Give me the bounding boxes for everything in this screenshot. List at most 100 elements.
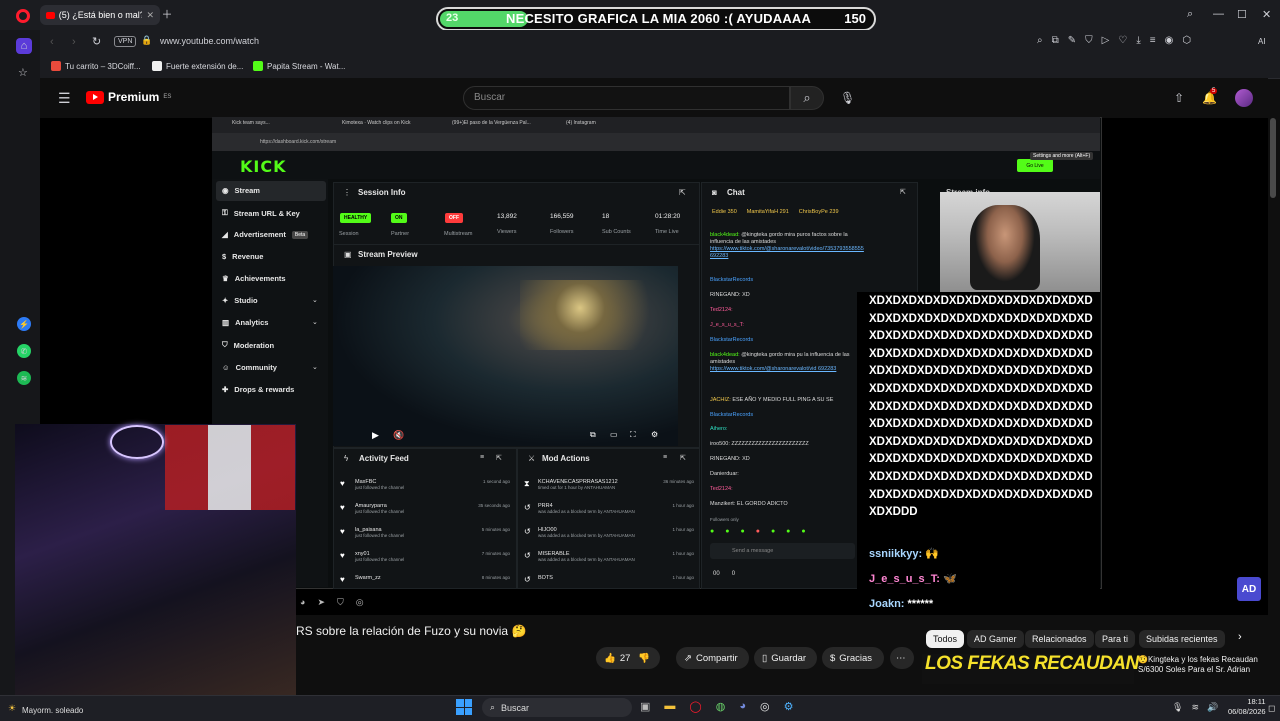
- save-button[interactable]: ▯ Guardar: [754, 647, 817, 669]
- back-icon[interactable]: ‹: [50, 36, 54, 48]
- extension-icon[interactable]: ⬡: [1182, 35, 1191, 46]
- thumbs-down-icon[interactable]: 👎: [638, 653, 650, 664]
- kick-sidebar-item-analytics[interactable]: ▥ Analytics: [222, 318, 268, 327]
- home-icon[interactable]: ⌂: [16, 38, 32, 54]
- top-gifter[interactable]: Eddie 350: [712, 209, 737, 215]
- kick-sidebar-item-revenue[interactable]: $ Revenue: [222, 252, 263, 261]
- chat-user[interactable]: Manzikert:: [710, 501, 735, 507]
- search-button[interactable]: ⌕: [790, 86, 824, 110]
- filter-icon[interactable]: ≡: [663, 454, 667, 461]
- emote-icon[interactable]: ●: [710, 528, 714, 535]
- kick-sidebar-item-moderation[interactable]: ⛉ Moderation: [222, 340, 274, 350]
- popout-icon[interactable]: ⇱: [679, 188, 686, 197]
- kick-sidebar-item-achievements[interactable]: ♛ Achievements: [222, 274, 286, 283]
- chat-user[interactable]: Danierduar:: [710, 471, 739, 477]
- share-button[interactable]: ⇗ Compartir: [676, 647, 749, 669]
- more-actions-button[interactable]: ⋯: [890, 647, 914, 669]
- opera-logo-icon[interactable]: [16, 9, 30, 23]
- heart-icon[interactable]: ♡: [1118, 35, 1127, 46]
- popout-icon[interactable]: ⇱: [900, 188, 906, 196]
- fullscreen-icon[interactable]: ⛶: [630, 430, 636, 440]
- edit-icon[interactable]: ✎: [1068, 35, 1076, 46]
- play-icon[interactable]: ▶: [372, 430, 379, 441]
- mod-target[interactable]: BOTS: [538, 575, 672, 581]
- emote-icon[interactable]: ●: [740, 528, 744, 535]
- opera-icon[interactable]: ◯: [689, 700, 701, 713]
- popout-icon[interactable]: ⇱: [496, 454, 502, 462]
- chat-count-a[interactable]: 00: [713, 571, 720, 577]
- kick-sidebar-item-community[interactable]: ☺ Community: [222, 363, 277, 372]
- play-icon[interactable]: ▷: [1102, 35, 1110, 46]
- chat-user[interactable]: JACHIZ:: [710, 397, 731, 403]
- vpn-badge[interactable]: VPN: [114, 36, 137, 47]
- snapshot-icon[interactable]: ⧉: [1052, 35, 1059, 46]
- weather-label[interactable]: Mayorm. soleado: [22, 706, 83, 715]
- volume-icon[interactable]: 🔊: [1207, 702, 1218, 713]
- bookmark-item-2[interactable]: Papita Stream - Wat...: [253, 61, 345, 71]
- channel-watermark[interactable]: AD: [1237, 577, 1261, 601]
- page-scrollbar[interactable]: [1270, 118, 1276, 198]
- minimize-icon[interactable]: —: [1213, 8, 1224, 20]
- chip-todos[interactable]: Todos: [926, 630, 965, 648]
- kick-sidebar-item-advertisement[interactable]: ◢ Advertisement Beta: [222, 230, 309, 239]
- chat-send-input[interactable]: Send a message: [710, 543, 855, 559]
- filter-icon[interactable]: ≡: [480, 454, 484, 461]
- kick-tab-1[interactable]: Kimotexa · Watch clips on Kick: [342, 120, 410, 126]
- taskbar-search[interactable]: ⌕ Buscar: [482, 698, 632, 717]
- search-icon[interactable]: ⌕: [1187, 8, 1193, 21]
- file-explorer-icon[interactable]: ▬: [664, 700, 675, 713]
- chat-user[interactable]: J_e_s_u_s_T:: [710, 322, 744, 328]
- chat-user[interactable]: BlackstarRecords: [710, 337, 753, 343]
- wifi-icon[interactable]: ≋: [1191, 702, 1199, 713]
- kick-tab-2[interactable]: (99+)El paso de la Vergüenza Pal...: [452, 120, 531, 126]
- chip-subidas-recientes[interactable]: Subidas recientes: [1139, 630, 1225, 648]
- theater-icon[interactable]: ▭: [610, 430, 618, 439]
- avatar[interactable]: [1235, 89, 1253, 107]
- emote-icon[interactable]: ●: [756, 528, 760, 535]
- obs-icon[interactable]: ◍: [716, 700, 726, 713]
- windows-start-icon[interactable]: [456, 699, 472, 715]
- chat-user[interactable]: BlackstarRecords: [710, 412, 753, 418]
- settings-gear-icon[interactable]: ⚙: [651, 430, 658, 439]
- chat-user[interactable]: RINEGAND:: [710, 292, 741, 298]
- new-tab-icon[interactable]: ＋: [161, 8, 173, 21]
- chat-user[interactable]: Ted2124:: [710, 486, 733, 492]
- spotify-icon[interactable]: ≋: [17, 371, 31, 385]
- chip-para-ti[interactable]: Para ti: [1095, 630, 1136, 648]
- kick-sidebar-item-stream-url[interactable]: ⚿ Stream URL & Key: [222, 208, 300, 218]
- feed-user[interactable]: Swarm_zz: [355, 575, 482, 581]
- bookmark-item-1[interactable]: Fuerte extensión de...: [152, 61, 243, 71]
- chip-ad-gamer[interactable]: AD Gamer: [967, 630, 1024, 648]
- taskbar-clock[interactable]: 18:11 06/08/2026: [1228, 697, 1266, 717]
- pip-icon[interactable]: ⧉: [590, 430, 596, 440]
- emote-icon[interactable]: ●: [771, 528, 775, 535]
- top-gifter[interactable]: MamitaYifaH 291: [747, 209, 789, 215]
- settings-app-icon[interactable]: ⚙: [784, 700, 794, 713]
- upload-icon[interactable]: ⇧: [1174, 91, 1184, 105]
- kick-logo[interactable]: KICK: [240, 157, 287, 176]
- discord-icon[interactable]: ◕: [739, 700, 746, 713]
- shield-icon[interactable]: ⛉: [1085, 35, 1093, 46]
- chat-user[interactable]: Aihero:: [710, 426, 727, 432]
- window-close-icon[interactable]: ✕: [1262, 8, 1271, 21]
- chevron-down-icon[interactable]: ⌄: [312, 363, 318, 371]
- youtube-logo[interactable]: Premium ES: [86, 90, 171, 104]
- chat-user[interactable]: BlackstarRecords: [710, 277, 753, 283]
- chevron-right-icon[interactable]: ›: [1238, 631, 1242, 643]
- chevron-down-icon[interactable]: ⌄: [312, 318, 318, 326]
- chat-count-b[interactable]: 0: [732, 571, 735, 577]
- top-gifter[interactable]: ChrisBoyPe 239: [799, 209, 839, 215]
- kick-sidebar-item-stream[interactable]: ◉ Stream: [222, 186, 260, 195]
- close-icon[interactable]: ✕: [146, 10, 154, 21]
- kick-sidebar-item-studio[interactable]: ✦ Studio: [222, 296, 258, 305]
- maximize-icon[interactable]: ☐: [1237, 8, 1247, 21]
- chat-user[interactable]: RINEGAND:: [710, 456, 741, 462]
- like-button[interactable]: 👍 27 👎: [596, 647, 660, 669]
- forward-icon[interactable]: ›: [72, 36, 76, 48]
- microphone-icon[interactable]: 🎙: [840, 91, 855, 105]
- zoom-icon[interactable]: ⌕: [1037, 35, 1043, 46]
- kick-url-field[interactable]: https://dashboard.kick.com/stream: [260, 139, 336, 145]
- microphone-icon[interactable]: 🎙: [1172, 702, 1183, 713]
- star-icon[interactable]: ☆: [18, 66, 28, 79]
- thanks-button[interactable]: $ Gracias: [822, 647, 884, 669]
